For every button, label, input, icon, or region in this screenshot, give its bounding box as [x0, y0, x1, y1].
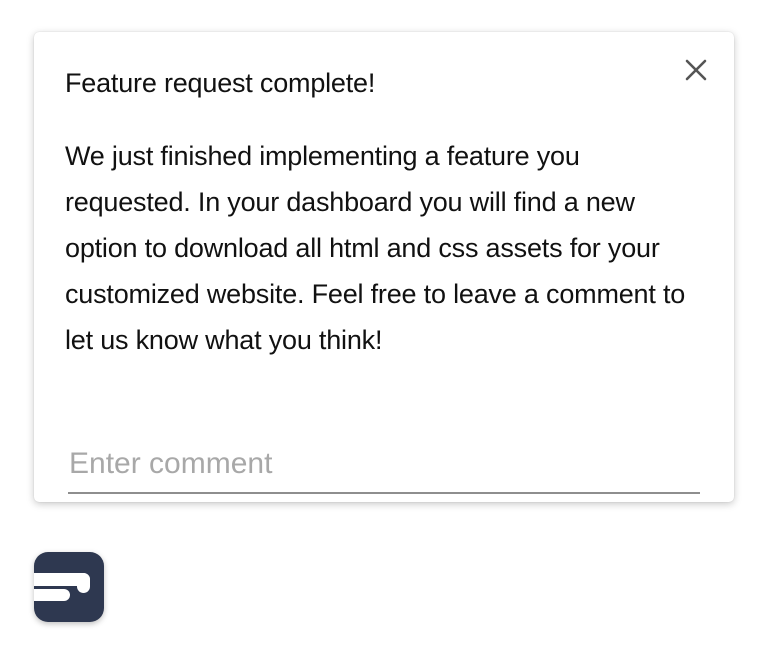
page: Feature request complete! We just finish… — [0, 0, 780, 652]
notification-card: Feature request complete! We just finish… — [34, 32, 734, 502]
notification-title: Feature request complete! — [65, 68, 376, 98]
chat-launcher-button[interactable] — [34, 552, 104, 622]
close-icon — [680, 54, 712, 86]
chat-launcher-icon — [34, 552, 104, 622]
close-button[interactable] — [680, 54, 712, 86]
comment-input[interactable] — [68, 436, 700, 494]
notification-message: We just finished implementing a feature … — [65, 141, 686, 355]
